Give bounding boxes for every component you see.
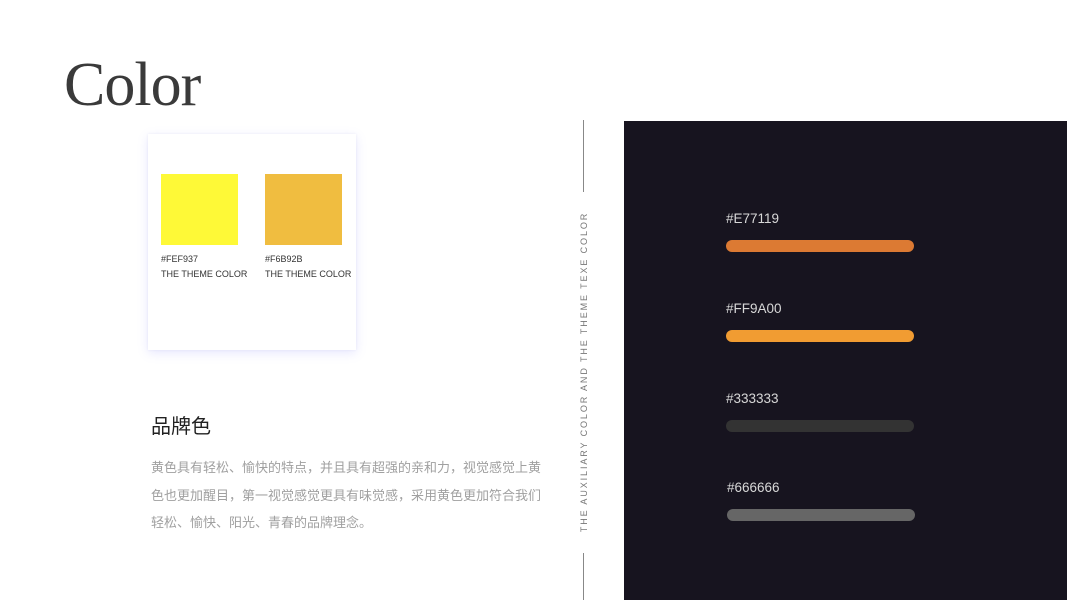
swatch-secondary-label: THE THEME COLOR (265, 269, 352, 279)
swatch-primary (161, 174, 238, 245)
aux-color-bar (726, 420, 914, 432)
theme-color-card: #FEF937 THE THEME COLOR #F6B92B THE THEM… (148, 134, 356, 350)
aux-color-hex: #333333 (726, 391, 779, 406)
brand-color-description: 黄色具有轻松、愉快的特点，并且具有超强的亲和力，视觉感觉上黄色也更加醒目，第一视… (151, 461, 542, 531)
page-title: Color (64, 51, 201, 119)
aux-color-bar (726, 330, 914, 342)
swatch-secondary-hex: #F6B92B (265, 254, 303, 264)
aux-color-bar (726, 240, 914, 252)
aux-color-hex: #666666 (727, 480, 780, 495)
aux-color-hex: #FF9A00 (726, 301, 782, 316)
aux-color-hex: #E77119 (726, 211, 780, 226)
swatch-primary-label: THE THEME COLOR (161, 269, 248, 279)
divider-top (583, 120, 584, 192)
swatch-primary-hex: #FEF937 (161, 254, 199, 264)
aux-color-bar (727, 509, 915, 521)
vertical-caption: THE AUXILIARY COLOR AND THE THEME TEXE C… (579, 211, 589, 533)
swatch-secondary (265, 174, 342, 245)
brand-color-heading: 品牌色 (151, 414, 211, 438)
auxiliary-color-panel: #E77119 #FF9A00 #333333 #666666 (624, 121, 1067, 600)
divider-bottom (583, 553, 584, 600)
